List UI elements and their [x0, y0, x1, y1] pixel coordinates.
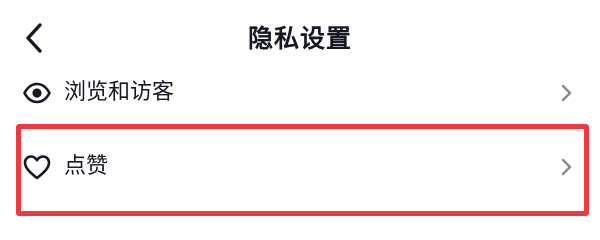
chevron-right-icon	[558, 156, 574, 178]
eye-icon	[22, 78, 52, 108]
page-title: 隐私设置	[247, 24, 352, 53]
heart-icon	[22, 152, 52, 182]
settings-item-label: 浏览和访客	[64, 80, 175, 105]
settings-item-likes[interactable]: 点赞	[0, 138, 600, 196]
privacy-settings-screen: 隐私设置 浏览和访客 点赞	[0, 0, 600, 217]
settings-item-label: 点赞	[64, 154, 109, 179]
settings-item-browse-and-visitors[interactable]: 浏览和访客	[0, 64, 600, 122]
chevron-right-icon	[558, 82, 574, 104]
